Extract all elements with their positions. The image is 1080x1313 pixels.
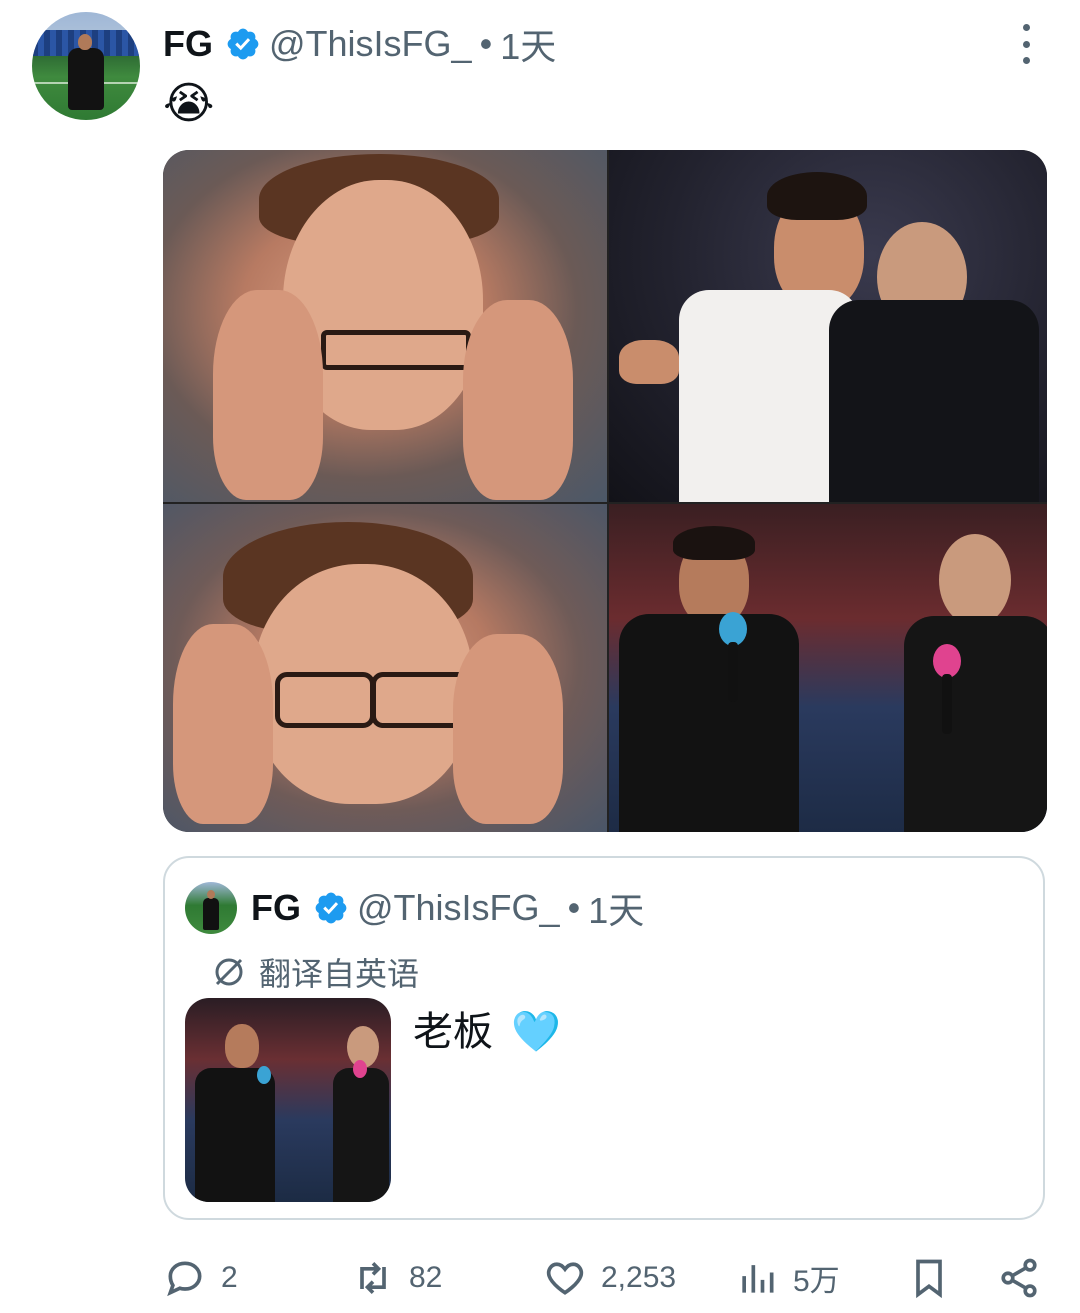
share-icon: [1001, 1258, 1037, 1298]
avatar-person-head: [78, 34, 92, 50]
quoted-text-body: 老板: [413, 1010, 493, 1054]
glasses-lens-left: [275, 672, 375, 728]
quoted-author-handle: @ThisIsFG_: [357, 887, 560, 928]
header-separator: •: [479, 23, 493, 64]
author-handle[interactable]: @ThisIsFG_: [269, 23, 472, 65]
media-image-glasses-off[interactable]: [163, 150, 607, 502]
hand-shape: [453, 634, 563, 824]
mic-handle: [728, 642, 738, 702]
tweet-time[interactable]: 1天: [500, 18, 556, 70]
avatar-person-head: [207, 890, 215, 899]
more-dot: [1022, 40, 1030, 48]
bald-head-shape: [939, 534, 1011, 626]
tweet-header: FG @ThisIsFG_ • 1天: [163, 16, 556, 72]
reply-button[interactable]: 2: [163, 1248, 238, 1308]
more-dot: [1022, 57, 1030, 64]
author-name[interactable]: FG: [163, 23, 213, 65]
views-button[interactable]: 5万: [735, 1248, 840, 1308]
author-avatar[interactable]: [32, 12, 140, 120]
share-button[interactable]: [997, 1248, 1055, 1308]
media-image-glasses-on[interactable]: [163, 504, 607, 832]
more-dot: [1022, 24, 1030, 31]
retweet-icon: [360, 1262, 386, 1294]
hair-shape: [673, 526, 755, 560]
face-shape: [225, 1024, 259, 1068]
view-count: 5万: [793, 1265, 840, 1298]
translate-icon: [215, 958, 243, 986]
quoted-tweet[interactable]: FG @ThisIsFG_ • 1天 翻译自英语 老板 🩵: [163, 856, 1045, 1220]
quoted-tweet-thumbnail[interactable]: [185, 998, 391, 1202]
analytics-icon: [742, 1265, 774, 1293]
black-shirt-shape: [333, 1068, 389, 1202]
header-separator: •: [567, 887, 581, 928]
pink-mic-shape: [933, 644, 961, 678]
blue-mic-shape: [257, 1066, 271, 1084]
black-shirt-shape: [904, 616, 1047, 832]
retweet-button[interactable]: 82: [351, 1248, 442, 1308]
mic-handle: [942, 674, 952, 734]
pink-mic-shape: [353, 1060, 367, 1078]
quoted-tweet-text: 老板 🩵: [413, 1006, 561, 1058]
light-blue-heart-emoji: 🩵: [511, 1010, 561, 1054]
translation-label: 翻译自英语: [259, 956, 420, 992]
black-shirt-shape: [619, 614, 799, 832]
bookmark-icon: [916, 1259, 942, 1299]
verified-badge-icon: [315, 892, 347, 924]
hand-shape: [619, 340, 679, 384]
hand-shape: [213, 290, 323, 500]
avatar-person-body: [203, 898, 219, 930]
tweet-media-grid[interactable]: [163, 150, 1047, 832]
quoted-author-avatar[interactable]: [185, 882, 237, 934]
more-options-icon[interactable]: [1016, 24, 1036, 64]
hair-shape: [767, 172, 867, 220]
reply-icon: [167, 1261, 202, 1297]
tweet[interactable]: FG @ThisIsFG_ • 1天 😭 FG @ThisIsFG_ • 1天 …: [0, 0, 1080, 1313]
hand-shape: [463, 300, 573, 500]
heart-icon: [546, 1262, 584, 1295]
quoted-author-name: FG: [251, 887, 301, 928]
avatar-person-body: [68, 48, 104, 110]
tweet-action-bar: 2 82 2,253 5万: [163, 1248, 1047, 1308]
verified-badge-icon: [227, 28, 259, 60]
quoted-tweet-header: FG @ThisIsFG_ • 1天: [251, 882, 644, 934]
like-button[interactable]: 2,253: [543, 1248, 676, 1308]
dark-jacket-shape: [829, 300, 1039, 502]
translation-notice[interactable]: 翻译自英语: [211, 950, 419, 994]
black-shirt-shape: [195, 1068, 275, 1202]
glasses-shape: [321, 330, 471, 370]
quoted-tweet-time: 1天: [588, 890, 645, 931]
tweet-text: 😭: [163, 79, 215, 128]
hand-shape: [173, 624, 273, 824]
media-image-coach-player[interactable]: [609, 150, 1047, 502]
bookmark-button[interactable]: [907, 1248, 965, 1308]
blue-mic-shape: [719, 612, 747, 646]
reply-count: 2: [221, 1261, 238, 1294]
media-image-interview[interactable]: [609, 504, 1047, 832]
like-count: 2,253: [601, 1261, 677, 1294]
retweet-count: 82: [409, 1261, 443, 1294]
